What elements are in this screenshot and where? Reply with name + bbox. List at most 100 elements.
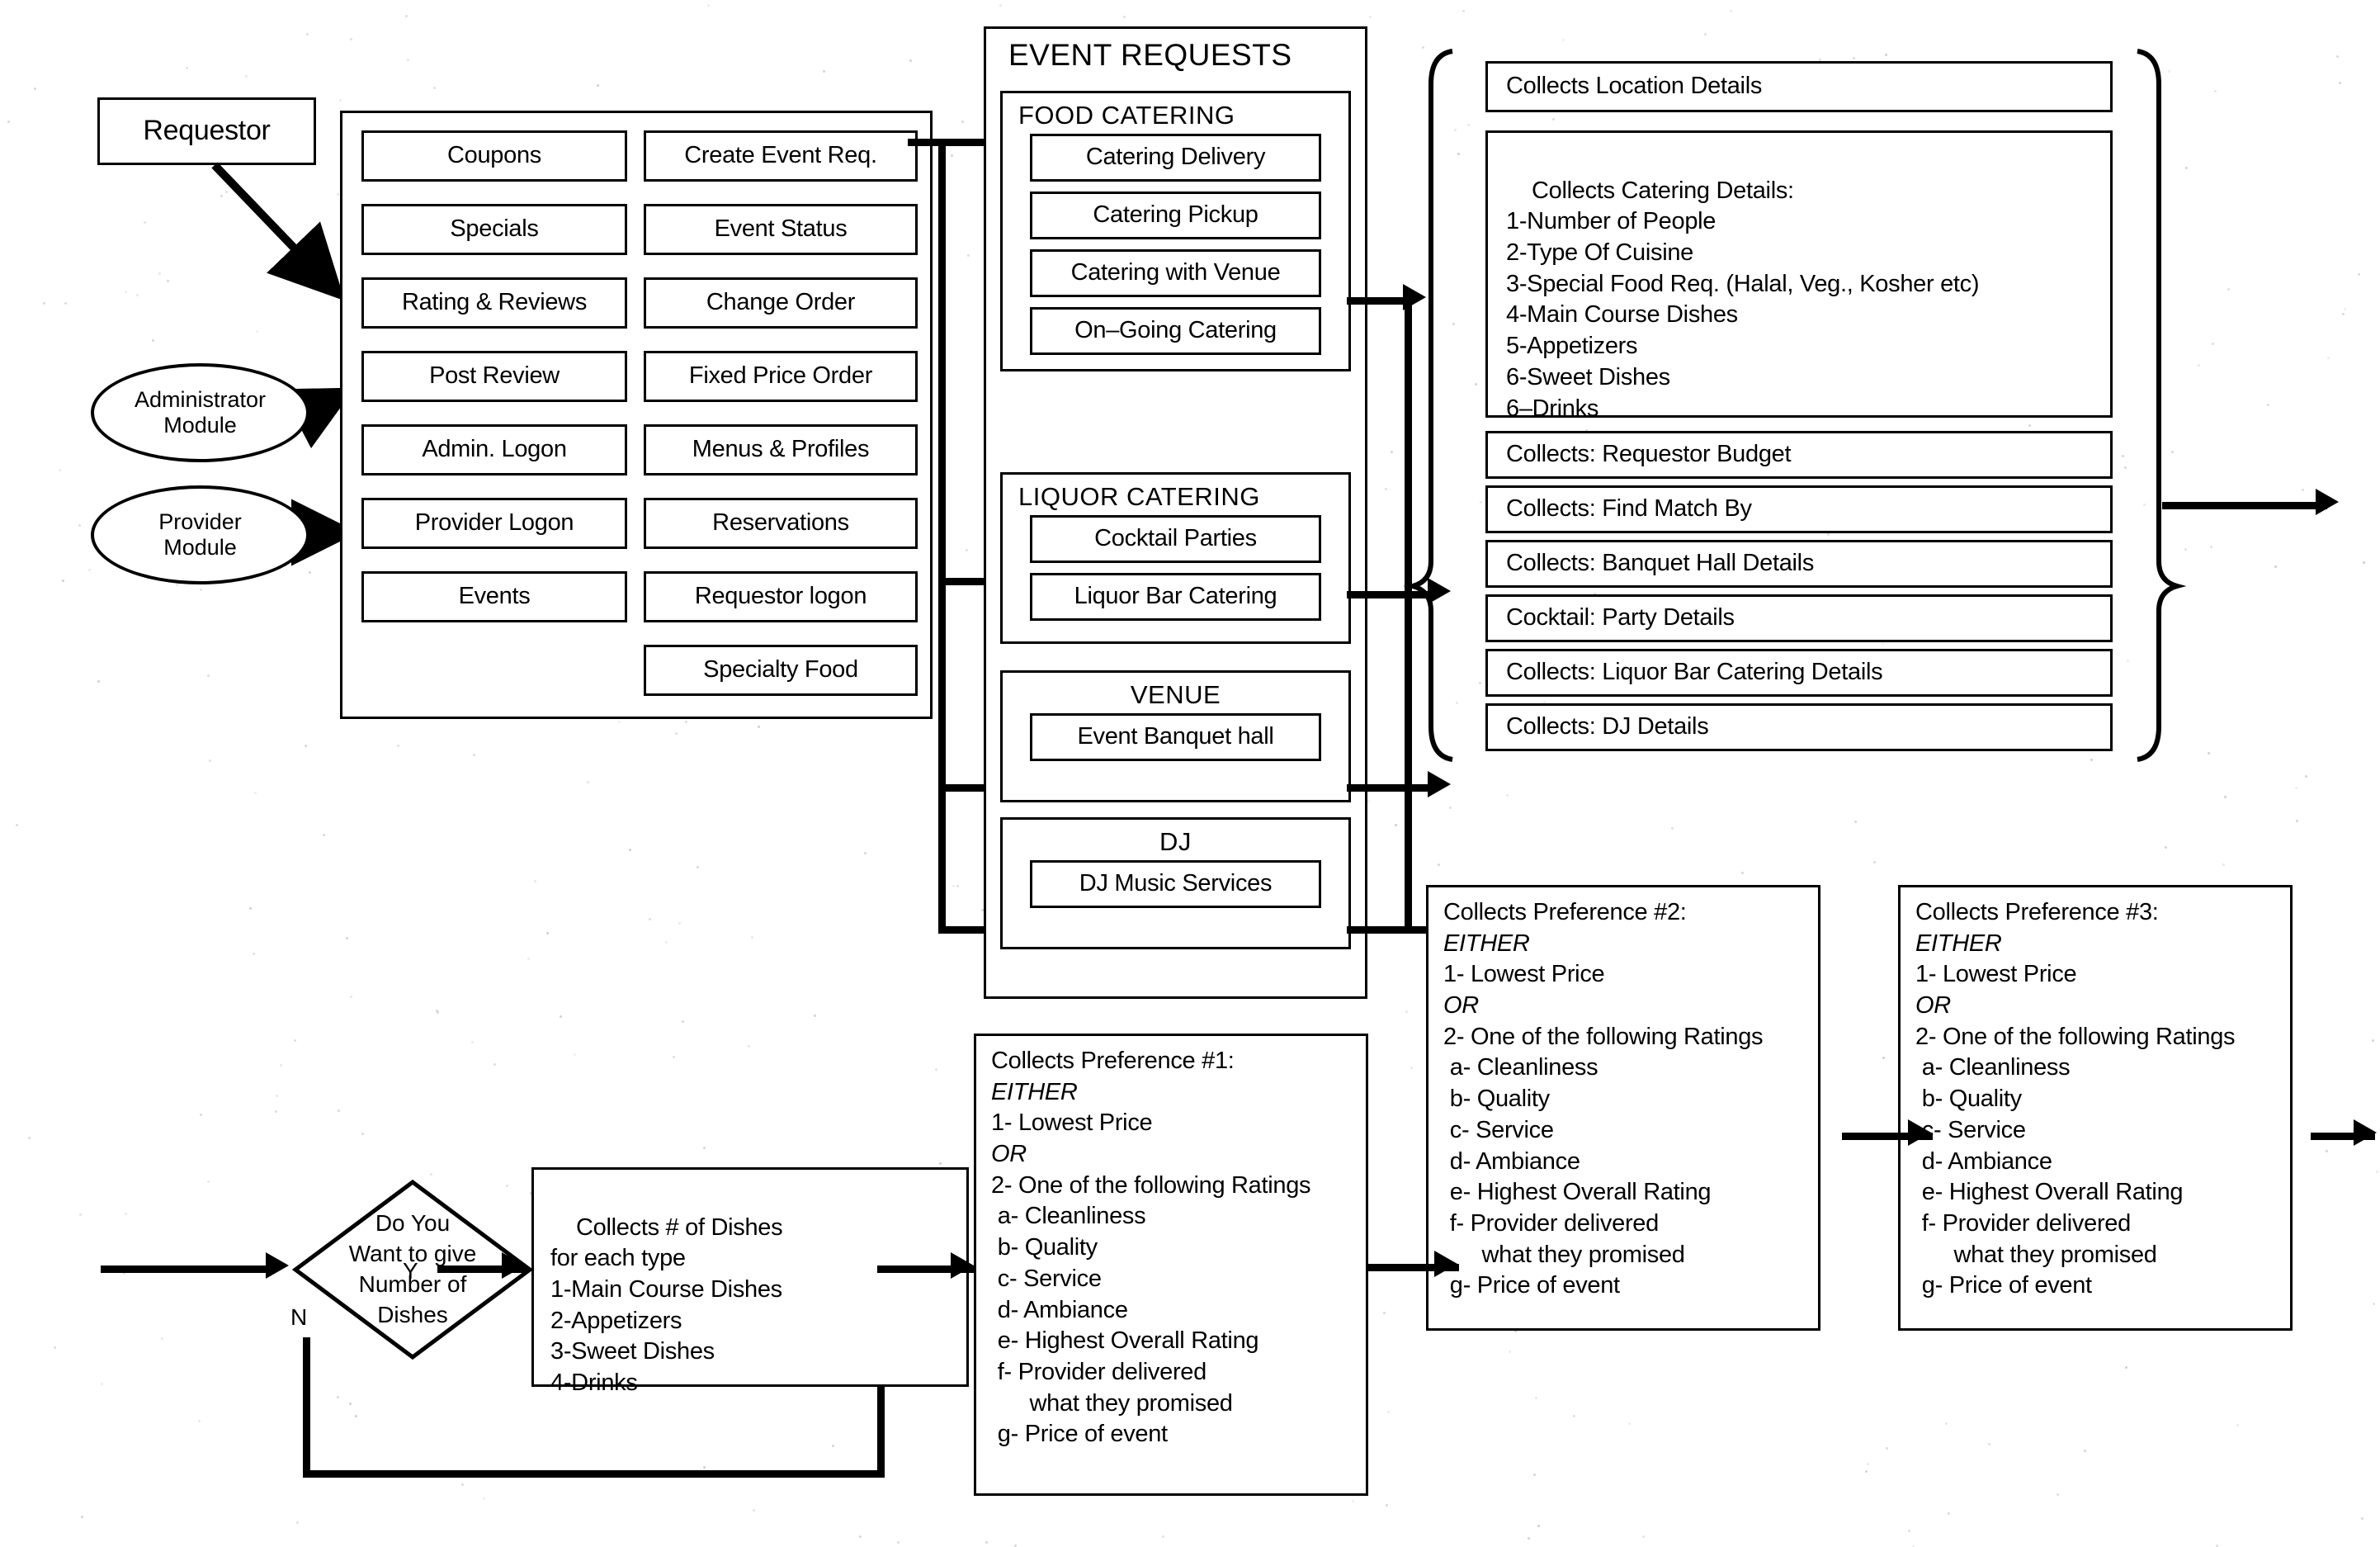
- scan-speck: [1405, 1010, 1409, 1014]
- scan-speck: [1456, 701, 1459, 704]
- module-item-requestor-logon[interactable]: Requestor logon: [644, 571, 918, 622]
- module-item-post-review[interactable]: Post Review: [361, 351, 627, 402]
- scan-speck: [1480, 501, 1483, 504]
- collects-requestor-budget-box: Collects: Requestor Budget: [1485, 431, 2113, 479]
- event-item-dj-music-services[interactable]: DJ Music Services: [1030, 860, 1321, 908]
- event-group-label-liquor-catering: LIQUOR CATERING: [1018, 482, 1260, 511]
- preference-or-3: OR: [1915, 992, 1951, 1020]
- event-item-catering-with-venue[interactable]: Catering with Venue: [1030, 249, 1321, 297]
- scan-speck: [674, 731, 678, 735]
- preference-rating-2-2: b- Quality: [1443, 1086, 1550, 1113]
- scan-speck: [956, 885, 960, 888]
- event-item-event-banquet-hall[interactable]: Event Banquet hall: [1030, 713, 1321, 761]
- preference-rating-3-7: what they promised: [1915, 1241, 2157, 1268]
- scan-speck: [648, 917, 651, 920]
- scan-speck: [1508, 1351, 1511, 1354]
- preference-rating-1-4: d- Ambiance: [991, 1296, 1128, 1323]
- scan-speck: [573, 1053, 576, 1057]
- scan-speck: [1382, 1311, 1386, 1314]
- event-item-on-going-catering[interactable]: On–Going Catering: [1030, 307, 1321, 355]
- scan-speck: [151, 338, 154, 342]
- scan-speck: [1882, 641, 1885, 645]
- scan-speck: [1162, 1535, 1165, 1538]
- preference-rating-3-6: f- Provider delivered: [1915, 1209, 2132, 1237]
- scan-speck: [161, 1337, 164, 1341]
- module-item-menus-profiles[interactable]: Menus & Profiles: [644, 424, 918, 475]
- scan-speck: [64, 302, 67, 305]
- flowchart-canvas: Requestor Administrator Module Provider …: [0, 0, 2380, 1547]
- module-item-admin-logon[interactable]: Admin. Logon: [361, 424, 627, 475]
- collects-feed-vertical: [1405, 297, 1412, 594]
- scan-speck: [527, 958, 530, 961]
- scan-speck: [253, 952, 256, 955]
- module-panel: [340, 111, 933, 719]
- scan-speck: [1573, 1414, 1576, 1417]
- event-item-label: On–Going Catering: [1074, 317, 1277, 344]
- scan-speck: [2124, 466, 2127, 469]
- scan-speck: [16, 824, 19, 827]
- module-item-reservations[interactable]: Reservations: [644, 498, 918, 549]
- scan-speck: [43, 302, 46, 305]
- event-item-cocktail-parties[interactable]: Cocktail Parties: [1030, 515, 1321, 563]
- module-item-events[interactable]: Events: [361, 571, 627, 622]
- module-item-rating-reviews[interactable]: Rating & Reviews: [361, 277, 627, 329]
- module-item-provider-logon[interactable]: Provider Logon: [361, 498, 627, 549]
- decision-no-label: N: [290, 1304, 308, 1330]
- collects-catering-details-box: Collects Catering Details: 1-Number of P…: [1485, 130, 2113, 422]
- scan-speck: [244, 75, 248, 78]
- scan-speck: [276, 1095, 279, 1098]
- preference-rating-1-5: e- Highest Overall Rating: [991, 1327, 1259, 1355]
- scan-speck: [493, 1063, 496, 1067]
- event-item-catering-pickup[interactable]: Catering Pickup: [1030, 192, 1321, 239]
- scan-speck: [2121, 455, 2124, 458]
- event-item-liquor-bar-catering[interactable]: Liquor Bar Catering: [1030, 573, 1321, 621]
- module-item-fixed-price-order[interactable]: Fixed Price Order: [644, 351, 918, 402]
- provider-module-ellipse: Provider Module: [91, 485, 309, 584]
- module-item-coupons[interactable]: Coupons: [361, 130, 627, 182]
- event-item-catering-delivery[interactable]: Catering Delivery: [1030, 134, 1321, 182]
- module-item-specialty-food[interactable]: Specialty Food: [644, 645, 918, 696]
- scan-speck: [2336, 55, 2340, 58]
- scan-speck: [2209, 546, 2212, 549]
- arrow-admin-to-modules: [280, 387, 355, 449]
- module-item-label: Post Review: [429, 362, 560, 390]
- scan-speck: [952, 885, 956, 888]
- module-item-change-order[interactable]: Change Order: [644, 277, 918, 329]
- preference-rating-2-5: e- Highest Overall Rating: [1443, 1179, 1712, 1206]
- module-item-label: Menus & Profiles: [692, 436, 870, 463]
- scan-speck: [1907, 1530, 1910, 1533]
- scan-speck: [1882, 1057, 1886, 1060]
- scan-speck: [206, 674, 210, 678]
- provider-module-label-line2: Module: [163, 535, 237, 560]
- preference-option2-2: 2- One of the following Ratings: [1443, 1023, 1764, 1050]
- scan-speck: [1014, 1544, 1018, 1547]
- event-group-label-dj: DJ: [1159, 827, 1192, 856]
- scan-speck: [1641, 1535, 1645, 1539]
- cocktail-party-details-label: Cocktail: Party Details: [1506, 604, 1735, 632]
- preference-option2-3: 2- One of the following Ratings: [1915, 1023, 2236, 1050]
- decision-no-vertical: [303, 1337, 310, 1478]
- scan-speck: [1367, 799, 1371, 802]
- scan-speck: [355, 1415, 358, 1418]
- scan-speck: [533, 880, 536, 883]
- module-item-event-status[interactable]: Event Status: [644, 204, 918, 255]
- scan-speck: [961, 121, 965, 124]
- scan-speck: [863, 851, 867, 854]
- scan-speck: [2057, 1493, 2060, 1497]
- collects-find-match-by-box: Collects: Find Match By: [1485, 485, 2113, 533]
- scan-speck: [2375, 1171, 2378, 1174]
- scan-speck: [2168, 70, 2171, 73]
- preference-box-1: Collects Preference #1: EITHER 1- Lowest P…: [974, 1034, 1368, 1496]
- scan-speck: [596, 83, 599, 87]
- module-item-specials[interactable]: Specials: [361, 204, 627, 255]
- scan-speck: [703, 1466, 706, 1469]
- scan-speck: [1462, 9, 1465, 12]
- scan-speck: [460, 1483, 464, 1486]
- scan-speck: [1533, 1473, 1537, 1476]
- scan-speck: [28, 1137, 31, 1140]
- scan-speck: [125, 1213, 128, 1216]
- administrator-module-label-line1: Administrator: [134, 386, 267, 412]
- module-item-create-event-req[interactable]: Create Event Req.: [644, 130, 918, 182]
- scan-speck: [1385, 488, 1388, 491]
- preference-either-2: EITHER: [1443, 930, 1530, 957]
